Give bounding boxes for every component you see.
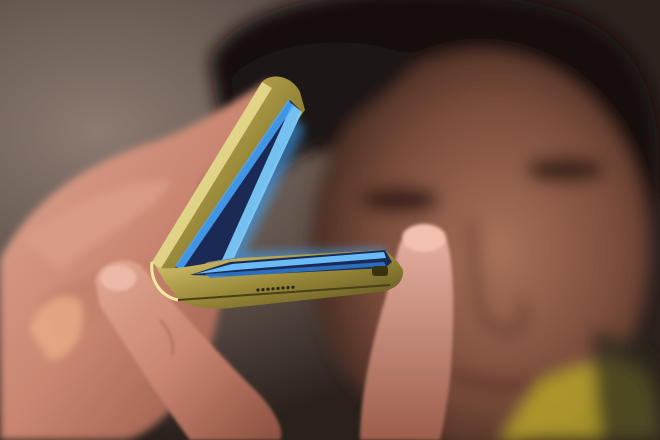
thumbnail [402,224,446,252]
photo-illustration [0,0,660,440]
eye [360,186,440,214]
eye [525,156,605,184]
photo [0,0,660,440]
usb-port [372,266,388,276]
fingernail [100,265,136,291]
